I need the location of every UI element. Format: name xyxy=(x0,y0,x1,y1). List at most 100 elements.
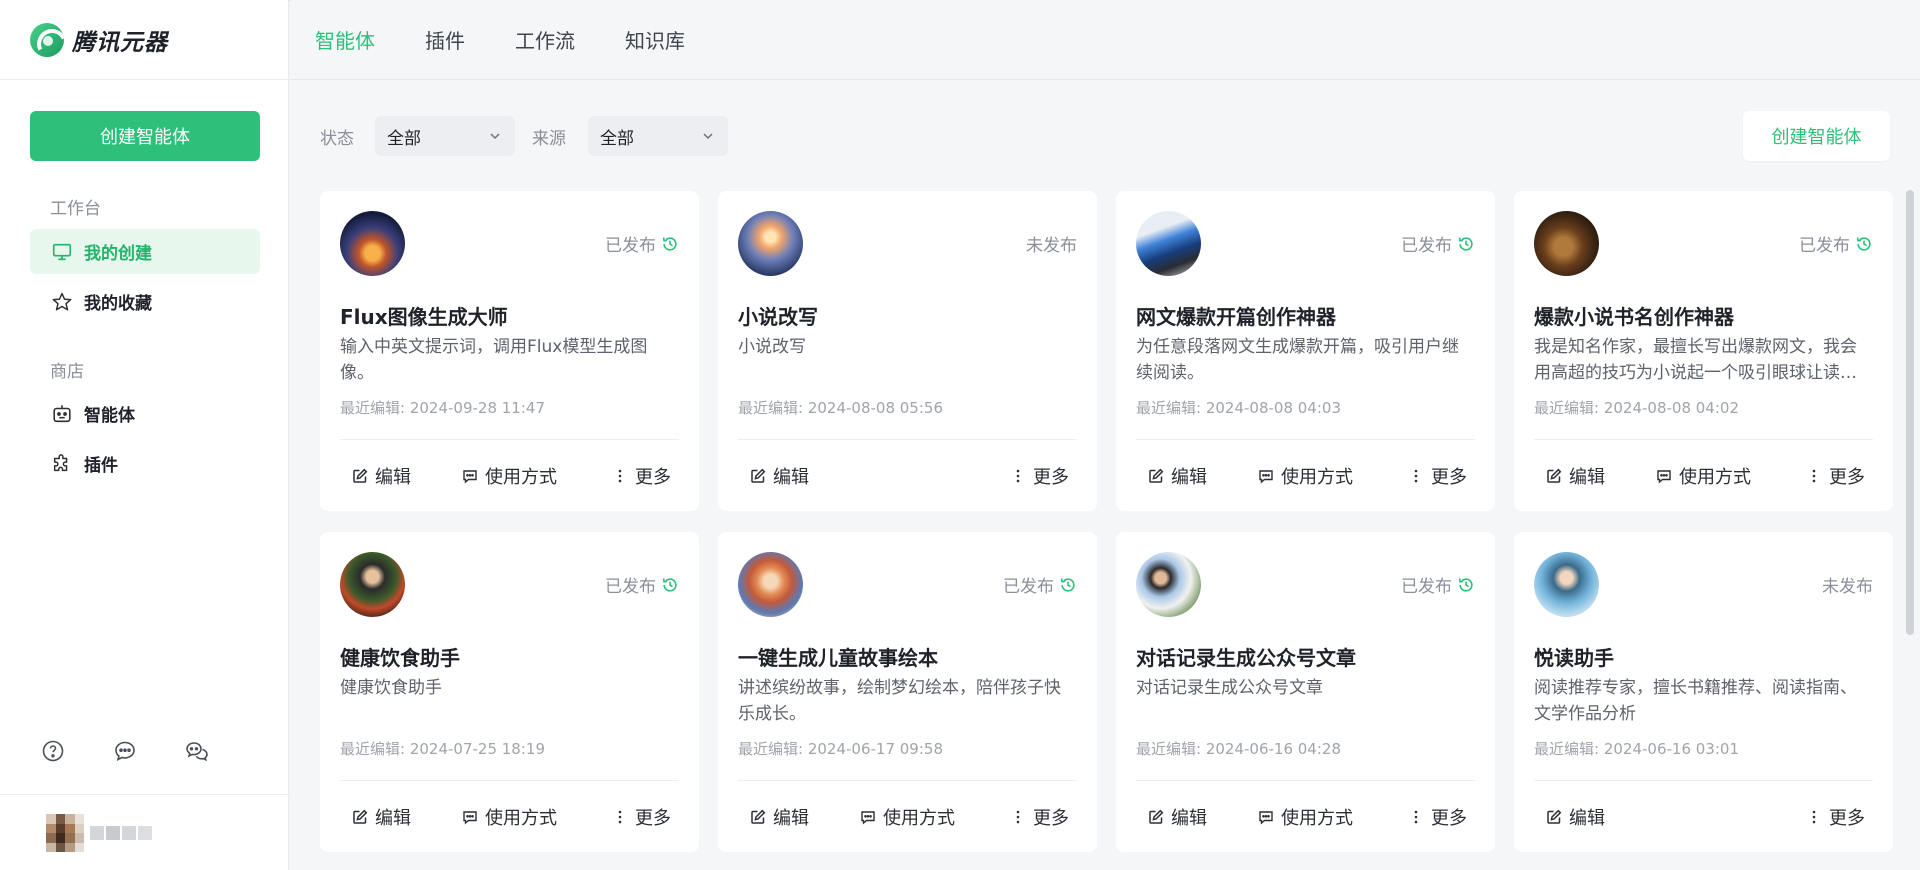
edit-icon xyxy=(1547,809,1562,824)
more-vertical-icon xyxy=(618,469,622,483)
edit-button[interactable]: 编辑 xyxy=(750,463,809,489)
top-navigation: 智能体 插件 工作流 知识库 xyxy=(290,0,1920,80)
create-agent-secondary-button[interactable]: 创建智能体 xyxy=(1743,111,1890,161)
feedback-icon[interactable] xyxy=(112,738,138,764)
create-agent-button[interactable]: 创建智能体 xyxy=(30,111,260,161)
sidebar-item-my-favorites[interactable]: 我的收藏 xyxy=(30,279,260,324)
more-button[interactable]: 更多 xyxy=(612,463,671,489)
agent-card[interactable]: 已发布 Flux图像生成大师 输入中英文提示词，调用Flux模型生成图像。 最近… xyxy=(320,191,699,511)
agent-description: 我是知名作家，最擅长写出爆款网文，我会用高超的技巧为小说起一个吸引眼球让读… xyxy=(1534,337,1857,383)
more-button[interactable]: 更多 xyxy=(1806,804,1865,830)
more-button[interactable]: 更多 xyxy=(612,804,671,830)
more-button[interactable]: 更多 xyxy=(1010,804,1069,830)
card-divider xyxy=(1534,780,1873,781)
agent-card[interactable]: 已发布 一键生成儿童故事绘本 讲述缤纷故事，绘制梦幻绘本，陪伴孩子快乐成长。 最… xyxy=(718,532,1097,852)
store-section-label: 商店 xyxy=(50,362,84,382)
edit-button[interactable]: 编辑 xyxy=(1148,804,1207,830)
tab-agents[interactable]: 智能体 xyxy=(315,25,375,54)
agent-card[interactable]: 已发布 健康饮食助手 健康饮食助手 最近编辑: 2024-07-25 18:19… xyxy=(320,532,699,852)
agent-card[interactable]: 未发布 悦读助手 阅读推荐专家，擅长书籍推荐、阅读指南、文学作品分析 最近编辑:… xyxy=(1514,532,1893,852)
agent-card[interactable]: 已发布 对话记录生成公众号文章 对话记录生成公众号文章 最近编辑: 2024-0… xyxy=(1116,532,1495,852)
last-edited: 最近编辑: 2024-06-16 03:01 xyxy=(1534,740,1739,758)
agent-description: 为任意段落网文生成爆款开篇，吸引用户继续阅读。 xyxy=(1136,337,1459,383)
edit-icon xyxy=(353,468,368,483)
history-icon[interactable] xyxy=(1059,576,1077,594)
sidebar: 腾讯元器 创建智能体 工作台 我的创建 我的收藏 商店 智能体 插件 xyxy=(0,0,289,870)
sidebar-item-plugin-store[interactable]: 插件 xyxy=(30,441,260,486)
star-icon xyxy=(50,290,74,314)
history-icon[interactable] xyxy=(661,576,679,594)
usage-button[interactable]: 使用方式 xyxy=(1258,463,1353,489)
sidebar-divider xyxy=(0,794,289,795)
status-filter-select[interactable]: 全部 xyxy=(375,116,515,156)
status-filter-label: 状态 xyxy=(320,129,354,149)
usage-button[interactable]: 使用方式 xyxy=(1656,463,1751,489)
agent-avatar xyxy=(1534,552,1599,617)
card-actions: 编辑 使用方式 更多 xyxy=(320,463,699,493)
card-divider xyxy=(1534,439,1873,440)
usage-button[interactable]: 使用方式 xyxy=(462,804,557,830)
more-button[interactable]: 更多 xyxy=(1010,463,1069,489)
avatar xyxy=(46,814,84,852)
agent-card[interactable]: 已发布 网文爆款开篇创作神器 为任意段落网文生成爆款开篇，吸引用户继续阅读。 最… xyxy=(1116,191,1495,511)
tab-workflows[interactable]: 工作流 xyxy=(515,25,575,54)
agent-title: 小说改写 xyxy=(738,305,818,329)
agent-description: 健康饮食助手 xyxy=(340,678,442,698)
help-icon[interactable] xyxy=(40,738,66,764)
edit-button[interactable]: 编辑 xyxy=(1546,463,1605,489)
community-icon[interactable] xyxy=(184,738,210,764)
brand-logo[interactable]: 腾讯元器 xyxy=(0,0,288,80)
sidebar-item-label: 插件 xyxy=(84,456,118,476)
status-badge: 已发布 xyxy=(1003,572,1077,597)
message-icon xyxy=(463,470,477,484)
edit-button[interactable]: 编辑 xyxy=(352,463,411,489)
edit-button[interactable]: 编辑 xyxy=(352,804,411,830)
edit-button[interactable]: 编辑 xyxy=(1148,463,1207,489)
agent-description: 对话记录生成公众号文章 xyxy=(1136,678,1323,698)
usage-button[interactable]: 使用方式 xyxy=(1258,804,1353,830)
sidebar-item-agent-store[interactable]: 智能体 xyxy=(30,391,260,436)
sidebar-item-label: 我的收藏 xyxy=(84,294,152,314)
agent-card[interactable]: 未发布 小说改写 小说改写 最近编辑: 2024-08-08 05:56 编辑 … xyxy=(718,191,1097,511)
edit-button[interactable]: 编辑 xyxy=(750,804,809,830)
source-filter-select[interactable]: 全部 xyxy=(588,116,728,156)
edit-icon xyxy=(1547,468,1562,483)
more-button[interactable]: 更多 xyxy=(1408,804,1467,830)
card-divider xyxy=(1136,780,1475,781)
card-actions: 编辑 更多 xyxy=(1514,804,1893,834)
agent-description: 输入中英文提示词，调用Flux模型生成图像。 xyxy=(340,337,648,383)
agent-title: 悦读助手 xyxy=(1534,646,1614,670)
edit-icon xyxy=(751,468,766,483)
agent-title: 爆款小说书名创作神器 xyxy=(1534,305,1734,329)
card-divider xyxy=(340,439,679,440)
more-button[interactable]: 更多 xyxy=(1408,463,1467,489)
edit-icon xyxy=(751,809,766,824)
agent-card[interactable]: 已发布 爆款小说书名创作神器 我是知名作家，最擅长写出爆款网文，我会用高超的技巧… xyxy=(1514,191,1893,511)
tab-plugins[interactable]: 插件 xyxy=(425,25,465,54)
message-icon xyxy=(1259,811,1273,825)
usage-button[interactable]: 使用方式 xyxy=(462,463,557,489)
more-button[interactable]: 更多 xyxy=(1806,463,1865,489)
user-profile[interactable] xyxy=(46,814,152,852)
card-actions: 编辑 使用方式 更多 xyxy=(718,804,1097,834)
page-scrollbar[interactable] xyxy=(1906,190,1914,635)
source-filter-label: 来源 xyxy=(532,129,566,149)
card-actions: 编辑 使用方式 更多 xyxy=(1514,463,1893,493)
history-icon[interactable] xyxy=(1855,235,1873,253)
last-edited: 最近编辑: 2024-07-25 18:19 xyxy=(340,740,545,758)
history-icon[interactable] xyxy=(1457,235,1475,253)
usage-button[interactable]: 使用方式 xyxy=(860,804,955,830)
sidebar-bottom-tools xyxy=(40,738,210,764)
agent-description: 阅读推荐专家，擅长书籍推荐、阅读指南、文学作品分析 xyxy=(1534,678,1857,724)
source-filter-value: 全部 xyxy=(600,128,634,149)
agent-title: Flux图像生成大师 xyxy=(340,305,508,329)
agent-description: 讲述缤纷故事，绘制梦幻绘本，陪伴孩子快乐成长。 xyxy=(738,678,1061,724)
message-icon xyxy=(1259,470,1273,484)
history-icon[interactable] xyxy=(661,235,679,253)
tab-knowledge-base[interactable]: 知识库 xyxy=(625,25,685,54)
history-icon[interactable] xyxy=(1457,576,1475,594)
sidebar-item-my-creations[interactable]: 我的创建 xyxy=(30,229,260,274)
card-divider xyxy=(1136,439,1475,440)
status-badge: 已发布 xyxy=(605,231,679,256)
edit-button[interactable]: 编辑 xyxy=(1546,804,1605,830)
